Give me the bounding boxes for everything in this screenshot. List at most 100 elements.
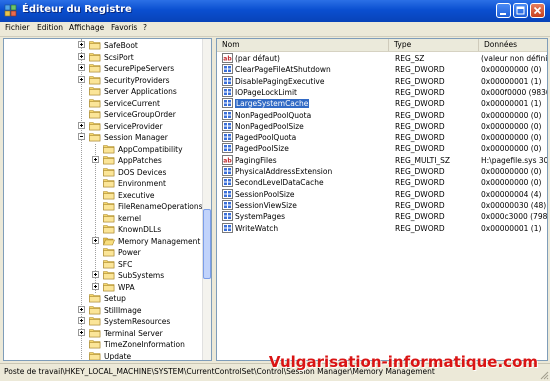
menu-fichier[interactable]: Fichier — [5, 23, 30, 32]
tree-scroll-thumb[interactable] — [203, 209, 211, 279]
expand-icon[interactable] — [78, 41, 85, 48]
expand-icon[interactable] — [92, 282, 99, 290]
binary-value-icon — [222, 143, 233, 154]
minimize-icon — [500, 13, 506, 15]
binary-value-icon — [222, 166, 233, 176]
binary-value-icon — [222, 188, 233, 199]
binary-value-icon — [222, 75, 233, 86]
list-row[interactable]: ClearPageFileAtShutdown REG_DWORD 0x000000… — [217, 64, 547, 75]
values-list[interactable]: Nom Type Données ab (par défaut) REG_SZ (va… — [216, 38, 548, 361]
value-data: 0x00000000 (0) — [481, 110, 542, 120]
list-row[interactable]: PagedPoolQuota REG_DWORD 0x00000000 (0) — [217, 132, 547, 143]
tree-vertical-scrollbar[interactable] — [202, 39, 211, 360]
title-bar[interactable]: Éditeur du Registre — [0, 0, 550, 22]
binary-value-icon — [222, 86, 233, 97]
expand-icon[interactable] — [78, 121, 85, 129]
binary-value-icon — [222, 120, 233, 131]
value-type: REG_DWORD — [395, 87, 445, 97]
list-row[interactable]: SecondLevelDataCache REG_DWORD 0x00000000 … — [217, 177, 547, 188]
folder-icon — [103, 167, 115, 177]
list-row[interactable]: PagedPoolSize REG_DWORD 0x00000000 (0) — [217, 143, 547, 154]
binary-value-icon — [222, 109, 233, 120]
folder-icon — [103, 213, 115, 223]
list-row[interactable]: SessionViewSize REG_DWORD 0x00000030 (48) — [217, 199, 547, 211]
close-button[interactable] — [530, 3, 545, 18]
binary-value-icon — [222, 98, 233, 109]
value-data: 0x00000000 (0) — [481, 178, 542, 188]
folder-icon — [103, 178, 115, 188]
folder-icon — [89, 339, 101, 349]
list-row[interactable]: ab PagingFiles REG_MULTI_SZ H:\pagefile.sys… — [217, 154, 547, 166]
list-row[interactable]: NonPagedPoolSize REG_DWORD 0x00000000 (0) — [217, 120, 547, 132]
expand-icon[interactable] — [78, 75, 85, 83]
collapse-icon[interactable] — [78, 133, 85, 140]
value-type: REG_DWORD — [395, 76, 445, 86]
expand-icon[interactable] — [78, 64, 85, 71]
value-data: 0x00000000 (0) — [481, 121, 542, 131]
expand-icon[interactable] — [92, 156, 99, 163]
value-type: REG_DWORD — [395, 133, 445, 143]
value-data: 0x00000000 (0) — [481, 133, 542, 143]
list-row[interactable]: SystemPages REG_DWORD 0x000c3000 (7987) — [217, 211, 547, 222]
tree-node-label: Executive — [118, 190, 155, 200]
tree-node-label: FileRenameOperations — [118, 202, 203, 211]
list-row[interactable]: WriteWatch REG_DWORD 0x00000001 (1) — [217, 222, 547, 234]
tree-node-label: StillImage — [104, 305, 142, 315]
value-data: (valeur non définie) — [481, 54, 547, 63]
minimize-button[interactable] — [496, 3, 511, 18]
expand-icon[interactable] — [78, 305, 85, 313]
value-type: REG_DWORD — [395, 110, 445, 120]
expand-icon[interactable] — [92, 236, 99, 244]
list-row[interactable]: LargeSystemCache REG_DWORD 0x00000001 (1) — [217, 98, 547, 109]
tree-node-label: Update — [104, 351, 132, 361]
expand-icon[interactable] — [78, 328, 85, 336]
expand-icon[interactable] — [78, 317, 85, 324]
value-name: DisablePagingExecutive — [235, 76, 325, 86]
menu-affichage[interactable]: Affichage — [69, 23, 104, 32]
expand-icon[interactable] — [92, 271, 99, 278]
value-type: REG_DWORD — [395, 65, 445, 75]
value-name: SessionPoolSize — [235, 189, 295, 199]
column-header-name[interactable]: Nom — [217, 39, 389, 51]
menu-favoris[interactable]: Favoris — [111, 23, 137, 32]
value-type: REG_DWORD — [395, 144, 445, 154]
list-row[interactable]: NonPagedPoolQuota REG_DWORD 0x00000000 (0) — [217, 109, 547, 121]
folder-icon — [89, 52, 101, 62]
tree-node-label: WPA — [118, 282, 135, 292]
string-value-icon: ab — [222, 154, 233, 165]
binary-value-icon — [222, 222, 233, 233]
value-name: LargeSystemCache — [235, 99, 310, 109]
tree-node-label: KnownDLLs — [118, 225, 162, 234]
list-row[interactable]: PhysicalAddressExtension REG_DWORD 0x00000… — [217, 166, 547, 177]
value-data: 0x00000001 (1) — [481, 99, 542, 109]
value-name: NonPagedPoolSize — [235, 121, 304, 131]
tree-node-label: SFC — [118, 259, 133, 269]
maximize-button[interactable] — [513, 3, 528, 18]
tree-node-label: Setup — [104, 294, 126, 303]
list-row[interactable]: DisablePagingExecutive REG_DWORD 0x0000000… — [217, 75, 547, 87]
column-header-type[interactable]: Type — [389, 39, 479, 51]
column-header-data[interactable]: Données — [479, 39, 547, 51]
tree-node-label: SubSystems — [118, 271, 165, 280]
menu-edition[interactable]: Edition — [37, 23, 63, 32]
folder-icon — [103, 190, 115, 200]
tree-node-label: Server Applications — [104, 87, 177, 96]
registry-tree[interactable]: SafeBoot ScsiPort SecurePipeServers Securit… — [3, 38, 212, 361]
list-row[interactable]: ab(par défaut) REG_SZ (valeur non définie) — [217, 53, 547, 64]
resize-grip-icon[interactable] — [539, 370, 549, 380]
list-row[interactable]: SessionPoolSize REG_DWORD 0x00000004 (4) — [217, 188, 547, 200]
list-row[interactable]: IOPageLockLimit REG_DWORD 0x000f0000 (9830… — [217, 86, 547, 98]
binary-value-icon — [222, 199, 233, 210]
value-type: REG_DWORD — [395, 178, 445, 188]
value-data: 0x00000000 (0) — [481, 167, 542, 176]
value-type: REG_DWORD — [395, 121, 445, 131]
menu-help[interactable]: ? — [143, 23, 147, 32]
value-name: PagingFiles — [235, 155, 277, 165]
value-type: REG_DWORD — [395, 200, 445, 210]
binary-value-icon — [222, 177, 233, 188]
expand-icon[interactable] — [78, 52, 85, 60]
value-data: 0x00000000 (0) — [481, 65, 542, 75]
tree-node-label: ScsiPort — [104, 52, 134, 62]
value-name: WriteWatch — [235, 223, 279, 233]
value-name: ClearPageFileAtShutdown — [235, 65, 331, 75]
